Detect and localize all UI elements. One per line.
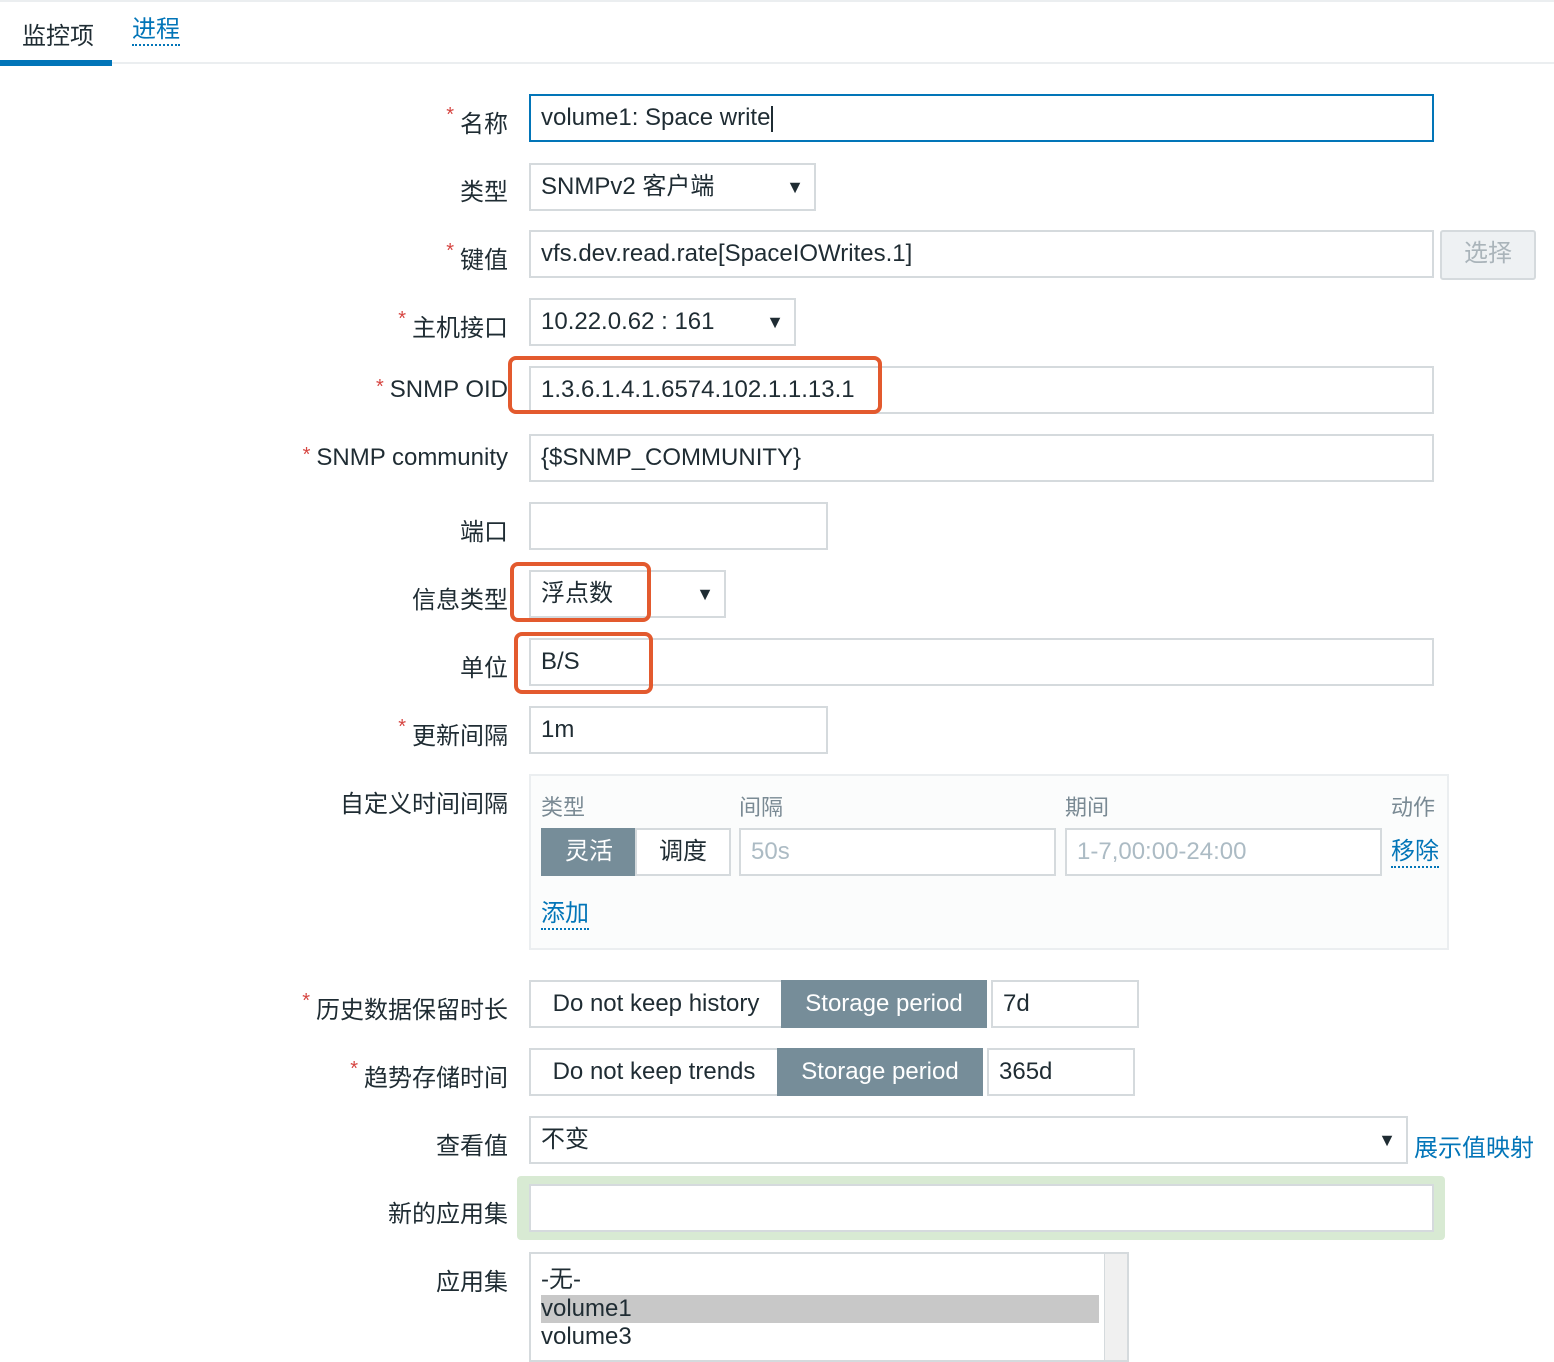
remove-interval-link[interactable]: 移除 xyxy=(1391,838,1439,868)
name-input[interactable]: volume1: Space write xyxy=(529,94,1434,142)
key-input[interactable]: vfs.dev.read.rate[SpaceIOWrites.1] xyxy=(529,230,1434,278)
trends-label: * 趋势存储时间 xyxy=(350,1058,508,1092)
col-header-period: 期间 xyxy=(1065,795,1110,820)
port-input[interactable] xyxy=(529,502,828,550)
snmp-oid-highlight-box xyxy=(508,356,882,414)
tab-processing[interactable]: 进程 xyxy=(132,16,180,46)
type-label: 类型 xyxy=(460,179,508,206)
col-header-interval: 间隔 xyxy=(739,795,784,820)
info-type-highlight-box xyxy=(510,562,651,622)
history-period-input[interactable]: 7d xyxy=(991,980,1139,1028)
list-item[interactable]: volume3 xyxy=(541,1323,632,1351)
host-interface-select[interactable]: 10.22.0.62 : 161 ▼ xyxy=(529,298,796,346)
trends-storage-period-toggle[interactable]: Storage period xyxy=(777,1048,983,1096)
show-value-select[interactable]: 不变 ▼ xyxy=(529,1116,1408,1164)
history-do-not-keep-toggle[interactable]: Do not keep history xyxy=(529,980,783,1028)
tab-items[interactable]: 监控项 xyxy=(22,16,94,51)
dropdown-arrow-icon: ▼ xyxy=(1378,1130,1396,1150)
history-storage-period-toggle[interactable]: Storage period xyxy=(781,980,987,1028)
update-interval-input[interactable]: 1m xyxy=(529,706,828,754)
history-label: * 历史数据保留时长 xyxy=(302,990,508,1024)
port-label: 端口 xyxy=(460,519,508,546)
select-key-button[interactable]: 选择 xyxy=(1440,230,1536,280)
new-application-input[interactable] xyxy=(529,1184,1434,1232)
units-label: 单位 xyxy=(460,655,508,682)
snmp-community-input[interactable]: {$SNMP_COMMUNITY} xyxy=(529,434,1434,482)
new-application-label: 新的应用集 xyxy=(388,1201,508,1228)
host-interface-label: * 主机接口 xyxy=(398,308,508,342)
dropdown-arrow-icon: ▼ xyxy=(786,177,804,197)
custom-intervals-panel: 类型 间隔 期间 动作 灵活 调度 50s 1-7,00:00-24:00 移除… xyxy=(529,774,1449,950)
period-input[interactable]: 1-7,00:00-24:00 xyxy=(1065,828,1382,876)
applications-label: 应用集 xyxy=(436,1269,508,1296)
name-label: * 名称 xyxy=(446,104,508,138)
list-item-selected[interactable]: volume1 xyxy=(541,1295,1099,1323)
units-input[interactable]: B/S xyxy=(529,638,1434,686)
units-highlight-box xyxy=(514,632,653,694)
flexible-toggle[interactable]: 灵活 xyxy=(541,828,637,876)
list-item[interactable]: -无- xyxy=(541,1266,581,1294)
custom-intervals-label: 自定义时间间隔 xyxy=(340,791,508,818)
trends-period-input[interactable]: 365d xyxy=(987,1048,1135,1096)
update-interval-label: * 更新间隔 xyxy=(398,716,508,750)
info-type-label: 信息类型 xyxy=(412,587,508,614)
key-label: * 键值 xyxy=(446,240,508,274)
show-value-label: 查看值 xyxy=(436,1133,508,1160)
snmp-community-label: * SNMP community xyxy=(302,444,508,471)
listbox-scrollbar[interactable] xyxy=(1104,1254,1127,1360)
dropdown-arrow-icon: ▼ xyxy=(696,584,714,604)
trends-do-not-keep-toggle[interactable]: Do not keep trends xyxy=(529,1048,779,1096)
interval-input[interactable]: 50s xyxy=(739,828,1056,876)
type-select[interactable]: SNMPv2 客户端 ▼ xyxy=(529,163,816,211)
applications-listbox[interactable]: -无- volume1 volume3 xyxy=(529,1252,1129,1362)
text-caret xyxy=(771,105,774,132)
active-tab-indicator xyxy=(0,60,112,66)
show-value-mappings-link[interactable]: 展示值映射 xyxy=(1414,1128,1534,1163)
tab-bar: 监控项 进程 xyxy=(0,0,1554,66)
dropdown-arrow-icon: ▼ xyxy=(766,312,784,332)
snmp-oid-label: * SNMP OID xyxy=(375,376,508,403)
col-header-action: 动作 xyxy=(1391,795,1436,820)
add-interval-link[interactable]: 添加 xyxy=(541,900,589,930)
col-header-type: 类型 xyxy=(541,795,586,820)
scheduling-toggle[interactable]: 调度 xyxy=(635,828,731,876)
